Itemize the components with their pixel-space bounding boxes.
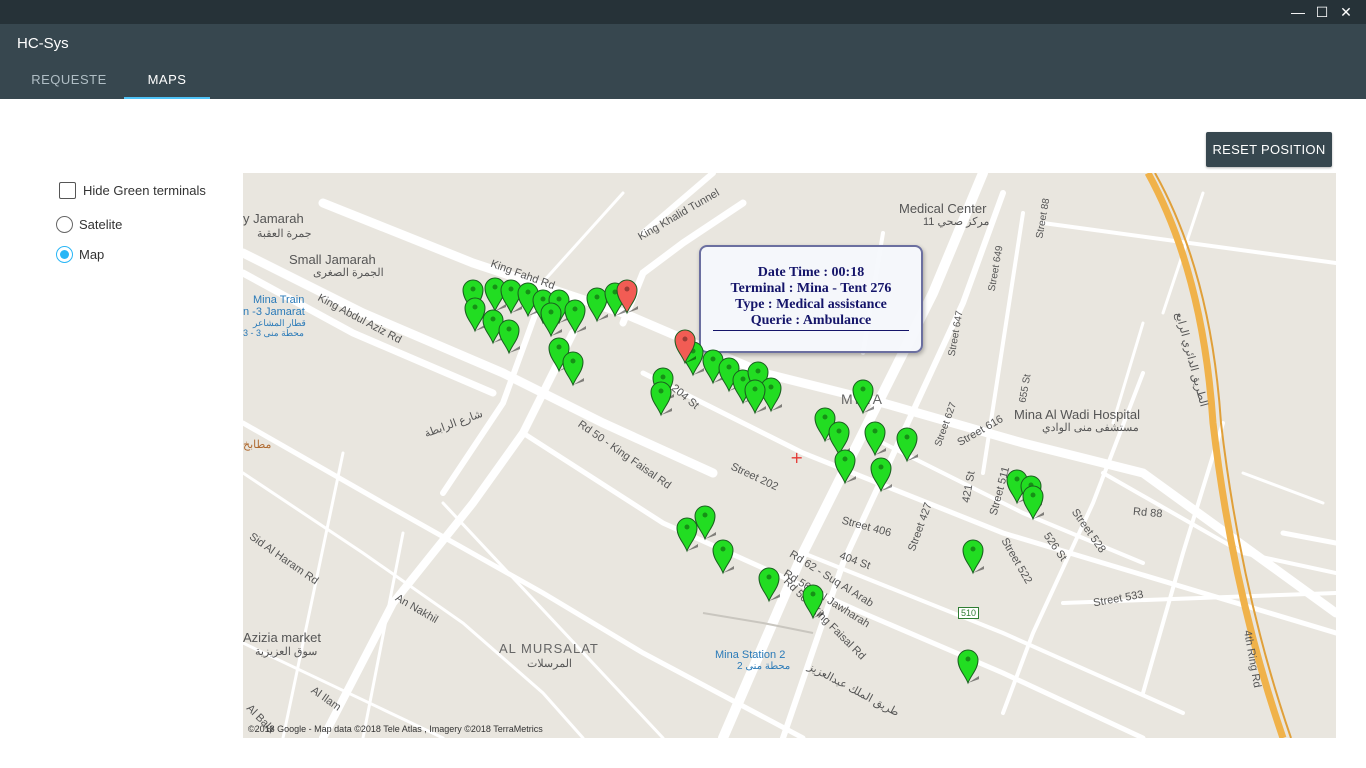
map-label: الجمرة الصغرى bbox=[313, 267, 384, 279]
green-terminal-marker[interactable] bbox=[864, 421, 886, 457]
app-title: HC-Sys bbox=[17, 35, 69, 52]
map-label: Mina Train bbox=[253, 294, 305, 306]
map-label: مستشفى منى الوادي bbox=[1042, 422, 1139, 434]
green-terminal-marker[interactable] bbox=[852, 379, 874, 415]
hide-green-checkbox[interactable] bbox=[59, 182, 76, 199]
map-label: Mina Al Wadi Hospital bbox=[1014, 407, 1140, 422]
green-terminal-marker[interactable] bbox=[540, 302, 562, 338]
map-radio[interactable] bbox=[56, 246, 73, 263]
info-querie: Querie : Ambulance bbox=[750, 313, 872, 328]
red-terminal-marker[interactable] bbox=[674, 329, 696, 365]
map-label: Mina Station 2 bbox=[715, 649, 786, 661]
map-view[interactable]: + y Jamarah جمرة العقبة Small Jamarah ال… bbox=[243, 173, 1336, 738]
green-terminal-marker[interactable] bbox=[834, 449, 856, 485]
info-divider bbox=[713, 330, 909, 332]
window-titlebar: — ☐ ✕ bbox=[0, 0, 1366, 24]
map-label: 11 مركز صحي bbox=[923, 216, 990, 228]
route-shield: 510 bbox=[958, 607, 980, 619]
map-label: Azizia market bbox=[243, 630, 322, 645]
satelite-label: Satelite bbox=[79, 217, 123, 232]
hide-green-label: Hide Green terminals bbox=[83, 183, 206, 198]
tab-label: REQUESTE bbox=[31, 72, 107, 87]
map-label: Small Jamarah bbox=[289, 252, 376, 267]
green-terminal-marker[interactable] bbox=[1022, 485, 1044, 521]
green-terminal-marker[interactable] bbox=[712, 539, 734, 575]
info-terminal: Terminal : Mina - Tent 276 bbox=[730, 281, 892, 296]
minimize-icon[interactable]: — bbox=[1286, 2, 1310, 22]
map-label: n -3 Jamarat bbox=[243, 306, 305, 318]
maximize-icon[interactable]: ☐ bbox=[1310, 2, 1334, 22]
info-type: Type : Medical assistance bbox=[735, 297, 887, 312]
green-terminal-marker[interactable] bbox=[564, 299, 586, 335]
green-terminal-marker[interactable] bbox=[957, 649, 979, 685]
green-terminal-marker[interactable] bbox=[896, 427, 918, 463]
tab-maps[interactable]: MAPS bbox=[124, 71, 210, 99]
info-date-time: Date Time : 00:18 bbox=[757, 265, 865, 280]
green-terminal-marker[interactable] bbox=[962, 539, 984, 575]
green-terminal-marker[interactable] bbox=[498, 319, 520, 355]
map-label: سوق العزيزية bbox=[255, 646, 318, 658]
map-label: Medical Center bbox=[899, 201, 987, 216]
map-label: المرسلات bbox=[527, 658, 572, 670]
tab-active-indicator bbox=[124, 97, 210, 99]
green-terminal-marker[interactable] bbox=[758, 567, 780, 603]
svg-text:+: + bbox=[790, 448, 803, 467]
tab-label: MAPS bbox=[147, 72, 187, 87]
map-label: جمرة العقبة bbox=[257, 228, 312, 240]
satelite-radio[interactable] bbox=[56, 216, 73, 233]
info-window: Date Time : 00:18 Terminal : Mina - Tent… bbox=[699, 245, 923, 353]
tab-requeste[interactable]: REQUESTE bbox=[20, 71, 118, 99]
map-label: محطة منى 3 - 3 bbox=[243, 328, 304, 338]
map-label: y Jamarah bbox=[243, 211, 304, 226]
map-label: محطة منى 2 bbox=[737, 661, 791, 672]
green-terminal-marker[interactable] bbox=[802, 584, 824, 620]
green-terminal-marker[interactable] bbox=[694, 505, 716, 541]
green-terminal-marker[interactable] bbox=[562, 351, 584, 387]
green-terminal-marker[interactable] bbox=[650, 381, 672, 417]
close-icon[interactable]: ✕ bbox=[1334, 2, 1358, 22]
reset-position-button[interactable]: RESET POSITION bbox=[1206, 132, 1332, 167]
green-terminal-marker[interactable] bbox=[870, 457, 892, 493]
map-label: AL MURSALAT bbox=[499, 641, 599, 656]
app-bar: HC-Sys REQUESTE MAPS bbox=[0, 24, 1366, 99]
map-copyright: ©2018 Google - Map data ©2018 Tele Atlas… bbox=[248, 724, 543, 734]
red-terminal-marker[interactable] bbox=[616, 279, 638, 315]
map-label: Map bbox=[79, 247, 105, 262]
radio-selected-dot bbox=[60, 250, 69, 259]
map-label: مطابخ bbox=[243, 439, 272, 451]
map-label: Rd 88 bbox=[1132, 505, 1163, 521]
green-terminal-marker[interactable] bbox=[744, 379, 766, 415]
